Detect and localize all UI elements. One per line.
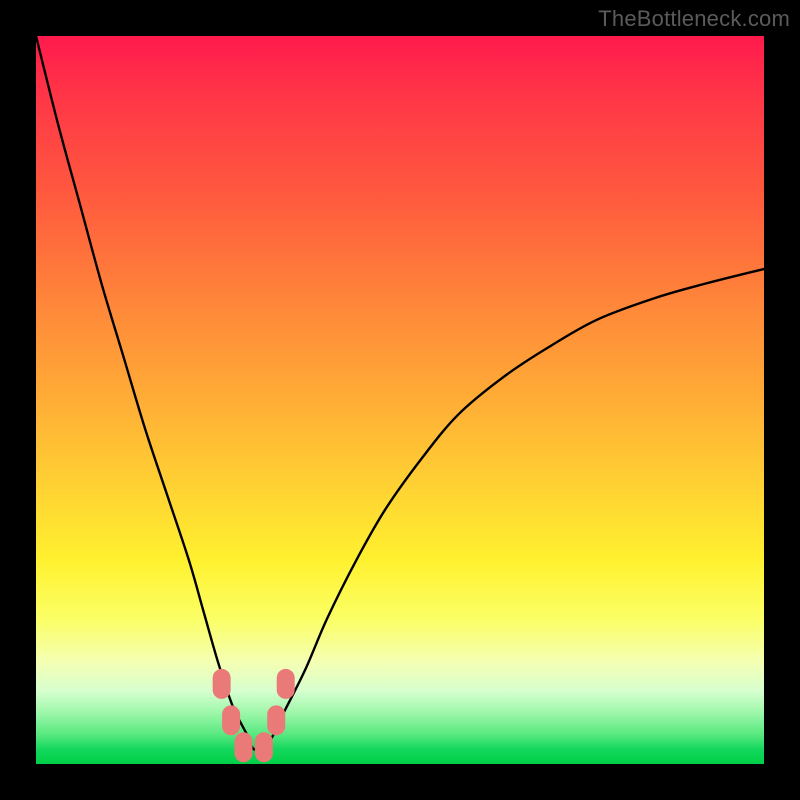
curve-svg: [36, 36, 764, 764]
chart-frame: TheBottleneck.com: [0, 0, 800, 800]
marker-right-lower: [267, 705, 285, 735]
plot-area: [36, 36, 764, 764]
marker-right-upper: [277, 669, 295, 699]
watermark-text: TheBottleneck.com: [598, 6, 790, 32]
marker-bottom-right: [255, 732, 273, 762]
marker-left-lower: [222, 705, 240, 735]
marker-bottom-left: [234, 732, 252, 762]
marker-left-upper: [213, 669, 231, 699]
bottleneck-curve: [36, 36, 764, 750]
